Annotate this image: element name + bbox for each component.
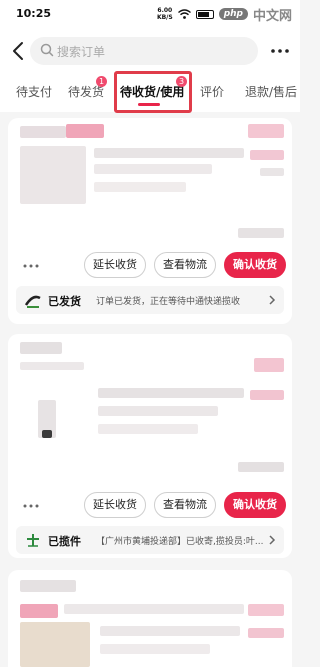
- shop-name-blurred: [20, 126, 66, 138]
- product-title-blurred: [94, 148, 244, 158]
- chevron-right-icon: [269, 535, 276, 545]
- courier-logo-icon: [24, 295, 41, 308]
- order-status-blurred: [248, 124, 284, 138]
- product-qty-blurred: [260, 168, 284, 176]
- chevron-right-icon: [269, 295, 276, 305]
- tab-review[interactable]: 评价: [200, 83, 224, 100]
- product-image-blurred: [20, 622, 90, 667]
- shop-tag-blurred: [66, 124, 104, 138]
- tab-highlight-box: [114, 71, 192, 113]
- product-price-blurred: [250, 390, 284, 400]
- shipping-status: 已发货: [48, 295, 81, 308]
- shipping-text: 订单已发货，正在等待中通快递揽收: [96, 297, 241, 307]
- extend-receipt-button[interactable]: 延长收货: [84, 252, 146, 278]
- network-speed-value: 6.00: [157, 7, 173, 14]
- wifi-icon: [177, 9, 191, 19]
- search-icon: [40, 43, 54, 57]
- network-speed: 6.00 KB/S: [157, 7, 173, 21]
- chevron-left-icon[interactable]: [10, 40, 28, 62]
- order-total-blurred: [238, 462, 284, 472]
- product-spec-blurred: [98, 406, 218, 416]
- order-card[interactable]: [8, 570, 292, 667]
- confirm-receipt-button[interactable]: 确认收货: [224, 252, 286, 278]
- ellipsis-icon[interactable]: [22, 504, 40, 508]
- product-spec-blurred: [100, 626, 240, 636]
- order-status-blurred: [254, 358, 284, 372]
- shop-name-blurred: [20, 580, 76, 592]
- product-title-blurred: [64, 604, 244, 614]
- order-card[interactable]: 延长收货 查看物流 确认收货 已发货 订单已发货，正在等待中通快递揽收: [8, 118, 292, 324]
- tab-refund[interactable]: 退款/售后: [245, 83, 297, 100]
- product-desc-blurred: [100, 644, 210, 654]
- product-title-blurred: [98, 388, 244, 398]
- tab-pending-payment[interactable]: 待支付: [16, 83, 52, 100]
- shop-sub-blurred: [20, 362, 84, 370]
- product-price-blurred: [248, 628, 284, 638]
- header: 搜索订单: [0, 28, 300, 74]
- status-bar: 10:25 6.00 KB/S php 中文网: [0, 0, 300, 28]
- tab-badge-pending-shipment: 1: [96, 76, 107, 87]
- view-logistics-button[interactable]: 查看物流: [154, 252, 216, 278]
- product-spec-blurred: [94, 164, 212, 174]
- watermark-logo: php: [218, 8, 248, 20]
- watermark-site: 中文网: [252, 8, 292, 24]
- shop-name-blurred: [20, 342, 62, 354]
- product-desc-blurred: [94, 182, 186, 192]
- order-total-blurred: [238, 228, 284, 238]
- product-desc-blurred: [98, 424, 198, 434]
- shipping-text: 【广州市黄埔投递部】已收寄,揽投员:叶...: [96, 537, 264, 547]
- order-status-blurred: [248, 604, 284, 616]
- shipping-status-bar[interactable]: 已揽件 【广州市黄埔投递部】已收寄,揽投员:叶...: [16, 526, 284, 554]
- view-logistics-button[interactable]: 查看物流: [154, 492, 216, 518]
- status-indicators: 6.00 KB/S php 中文网: [157, 6, 292, 24]
- confirm-receipt-button[interactable]: 确认收货: [224, 492, 286, 518]
- product-image-detail-blurred: [42, 430, 52, 438]
- battery-icon: [195, 9, 214, 19]
- status-time: 10:25: [16, 7, 52, 20]
- courier-logo-icon: [27, 534, 39, 547]
- shop-tag-blurred: [20, 604, 58, 618]
- shipping-status-bar[interactable]: 已发货 订单已发货，正在等待中通快递揽收: [16, 286, 284, 314]
- ellipsis-icon[interactable]: [22, 264, 40, 268]
- product-price-blurred: [250, 150, 284, 160]
- search-input[interactable]: 搜索订单: [30, 37, 258, 65]
- network-speed-unit: KB/S: [156, 14, 173, 21]
- ellipsis-icon[interactable]: [270, 49, 290, 53]
- extend-receipt-button[interactable]: 延长收货: [84, 492, 146, 518]
- search-placeholder: 搜索订单: [57, 45, 106, 59]
- product-image-blurred: [20, 146, 86, 204]
- order-card[interactable]: 延长收货 查看物流 确认收货 已揽件 【广州市黄埔投递部】已收寄,揽投员:叶..…: [8, 334, 292, 558]
- shipping-status: 已揽件: [48, 535, 81, 548]
